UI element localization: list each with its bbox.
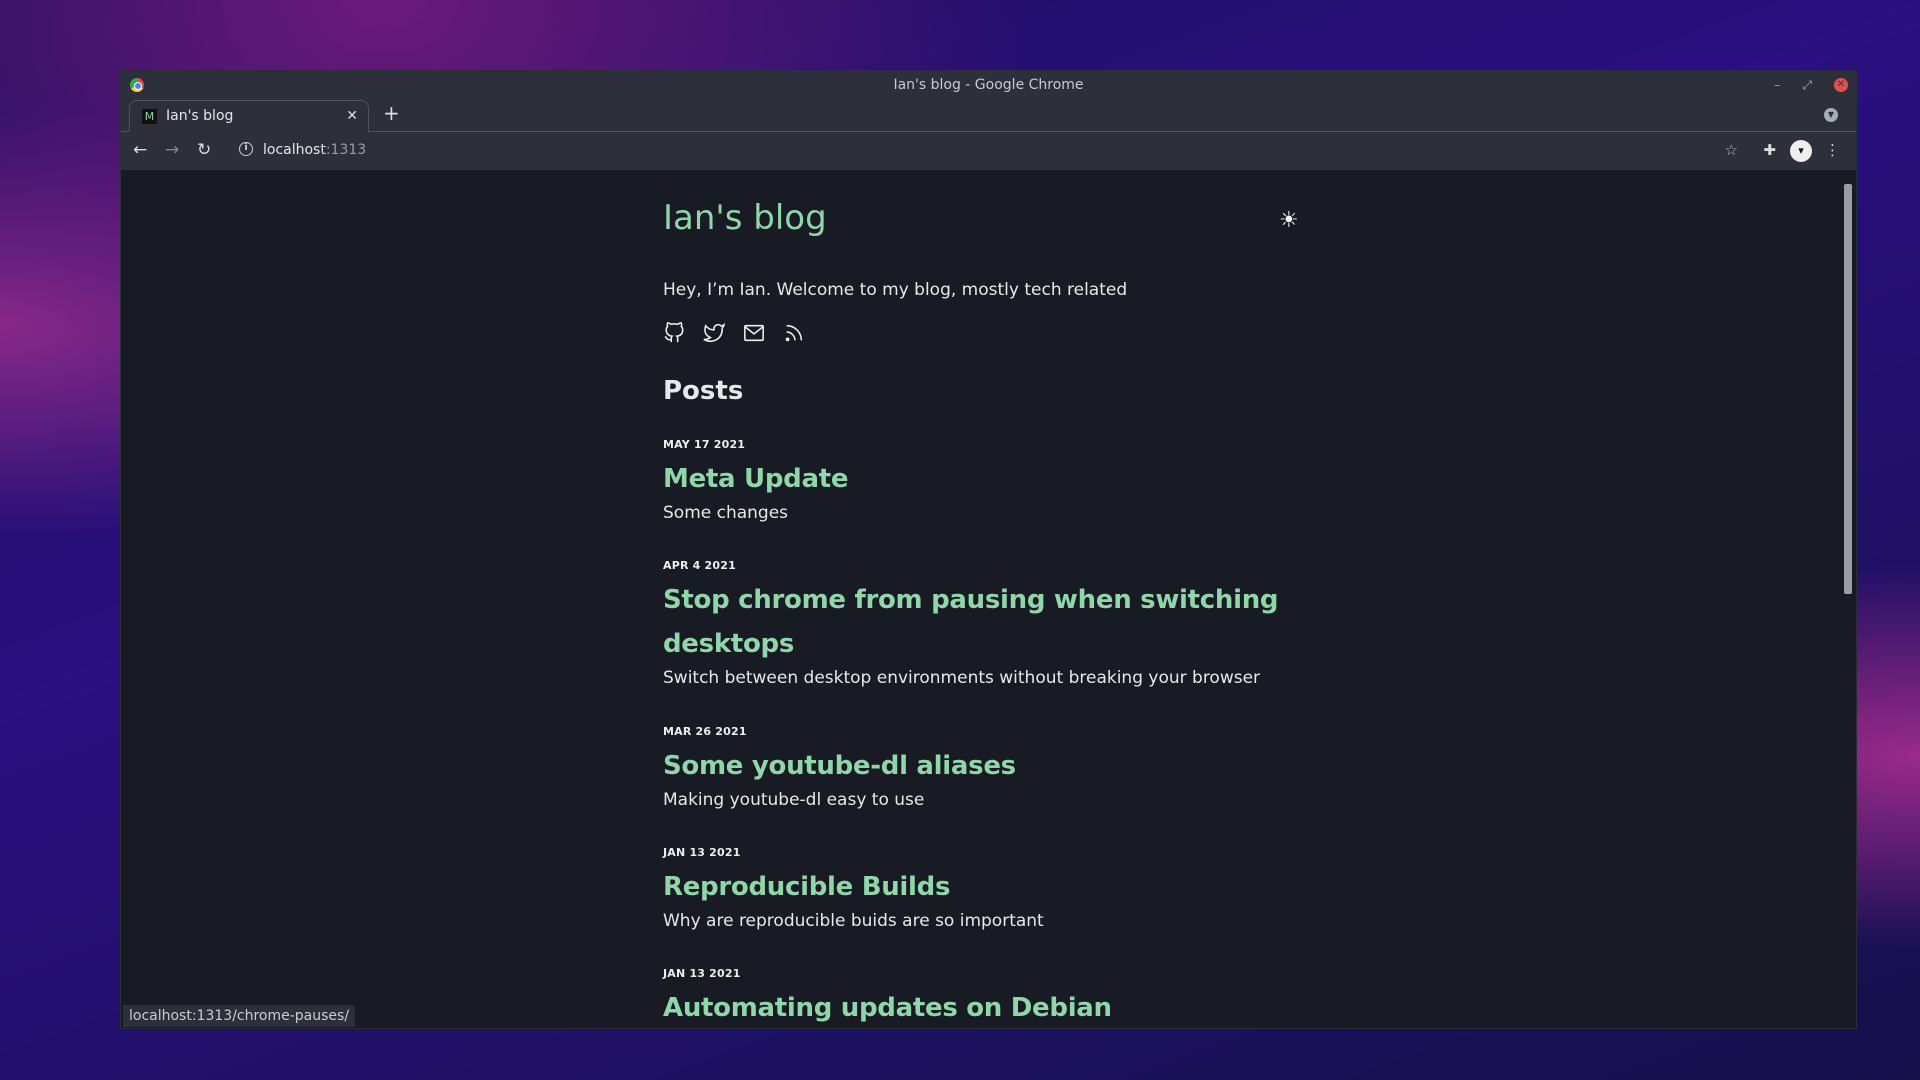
bookmark-star-icon[interactable]: ☆ xyxy=(1725,141,1738,159)
post-item: JAN 13 2021 Automating updates on Debian xyxy=(663,967,1283,1028)
scrollbar[interactable] xyxy=(1839,170,1856,1028)
post-title-link[interactable]: Stop chrome from pausing when switching … xyxy=(663,578,1283,666)
post-date: MAY 17 2021 xyxy=(663,438,746,451)
post-title-link[interactable]: Meta Update xyxy=(663,457,1283,501)
address-bar[interactable]: localhost:1313 xyxy=(263,142,366,158)
post-date: MAR 26 2021 xyxy=(663,725,747,738)
post-date: JAN 13 2021 xyxy=(663,846,741,859)
posts-heading: Posts xyxy=(663,376,744,406)
window-title: Ian's blog - Google Chrome xyxy=(893,77,1084,93)
rss-icon[interactable] xyxy=(783,322,805,344)
post-item: JAN 13 2021 Reproducible Builds Why are … xyxy=(663,846,1283,931)
github-icon[interactable] xyxy=(663,322,685,344)
forward-button[interactable]: → xyxy=(165,140,179,160)
tab-label: Ian's blog xyxy=(166,108,234,124)
post-description: Why are reproducible buids are so import… xyxy=(663,911,1044,931)
close-window-button[interactable]: ✕ xyxy=(1834,78,1848,92)
post-item: MAY 17 2021 Meta Update Some changes xyxy=(663,438,1283,523)
toolbar: ← → ↻ i localhost:1313 ☆ ✚ ▾ ⋮ xyxy=(121,132,1856,170)
post-description: Making youtube-dl easy to use xyxy=(663,790,925,810)
minimize-button[interactable]: – xyxy=(1774,71,1780,99)
post-date: JAN 13 2021 xyxy=(663,967,741,980)
back-button[interactable]: ← xyxy=(133,140,147,160)
intro-text: Hey, I’m Ian. Welcome to my blog, mostly… xyxy=(663,280,1128,300)
tab-search-button[interactable]: ▼ xyxy=(1824,108,1838,122)
post-title-link[interactable]: Automating updates on Debian xyxy=(663,986,1283,1028)
twitter-icon[interactable] xyxy=(703,322,725,344)
maximize-button[interactable]: ⤢ xyxy=(1802,71,1812,99)
browser-window: Ian's blog - Google Chrome – ⤢ ✕ M Ian's… xyxy=(120,70,1857,1029)
status-bubble: localhost:1313/chrome-pauses/ xyxy=(123,1005,356,1027)
post-item: MAR 26 2021 Some youtube-dl aliases Maki… xyxy=(663,725,1283,810)
chrome-logo-icon xyxy=(130,78,144,92)
theme-toggle-sun-icon[interactable]: ☀ xyxy=(1279,208,1299,233)
scrollbar-thumb[interactable] xyxy=(1844,184,1852,594)
extensions-icon[interactable]: ✚ xyxy=(1763,141,1776,159)
tab-ians-blog[interactable]: M Ian's blog ✕ xyxy=(129,100,369,133)
new-tab-button[interactable]: + xyxy=(383,101,400,125)
url-host: localhost xyxy=(263,142,326,158)
favicon: M xyxy=(142,109,157,124)
url-port: :1313 xyxy=(325,142,367,158)
close-tab-icon[interactable]: ✕ xyxy=(346,101,358,131)
post-item: APR 4 2021 Stop chrome from pausing when… xyxy=(663,559,1283,688)
reload-button[interactable]: ↻ xyxy=(197,140,211,160)
post-description: Switch between desktop environments with… xyxy=(663,668,1261,688)
post-title-link[interactable]: Reproducible Builds xyxy=(663,865,1283,909)
menu-icon[interactable]: ⋮ xyxy=(1825,141,1840,159)
site-title[interactable]: Ian's blog xyxy=(663,198,827,238)
site-info-icon[interactable]: i xyxy=(239,142,253,156)
tab-strip: M Ian's blog ✕ + ▼ xyxy=(121,99,1856,133)
title-bar: Ian's blog - Google Chrome – ⤢ ✕ xyxy=(121,71,1856,99)
post-date: APR 4 2021 xyxy=(663,559,736,572)
post-title-link[interactable]: Some youtube-dl aliases xyxy=(663,744,1283,788)
post-description: Some changes xyxy=(663,503,789,523)
mail-icon[interactable] xyxy=(743,322,765,344)
profile-avatar[interactable]: ▾ xyxy=(1790,140,1812,162)
page-content: Ian's blog Hey, I’m Ian. Welcome to my b… xyxy=(121,170,1839,1028)
